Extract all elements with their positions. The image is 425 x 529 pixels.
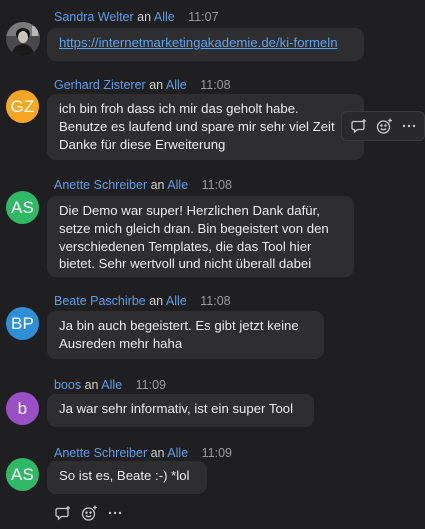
recipient-name[interactable]: Alle xyxy=(101,378,122,392)
avatar[interactable]: AS xyxy=(6,191,39,224)
message-header: Sandra Welter an Alle 11:07 xyxy=(54,10,219,24)
reply-in-thread-icon[interactable] xyxy=(53,503,73,523)
recipient-name[interactable]: Alle xyxy=(167,446,188,460)
sender-name[interactable]: Gerhard Zisterer xyxy=(54,78,146,92)
more-options-icon[interactable] xyxy=(399,116,418,136)
sender-name[interactable]: Anette Schreiber xyxy=(54,178,147,192)
sender-name[interactable]: Sandra Welter xyxy=(54,10,134,24)
message-line: bietet. Sehr wertvoll und nicht überall … xyxy=(59,256,312,272)
message-line: verschiedenen Templates, die das Tool hi… xyxy=(59,238,312,254)
message-line: Benutze es laufend und spare mir sehr vi… xyxy=(59,118,335,134)
avatar[interactable]: GZ xyxy=(6,90,39,123)
timestamp: 11:08 xyxy=(200,78,231,92)
reply-in-thread-icon[interactable] xyxy=(350,116,369,136)
avatar-initials: b xyxy=(17,398,28,418)
message-line: ich bin froh dass ich mir das geholt hab… xyxy=(59,101,299,116)
avatar-initials: AS xyxy=(10,197,35,217)
avatar-initials: AS xyxy=(10,464,35,484)
sender-name[interactable]: Anette Schreiber xyxy=(54,446,147,460)
recipient-name[interactable]: Alle xyxy=(154,10,175,24)
message-header: Anette Schreiber an Alle 11:09 xyxy=(54,446,232,460)
to-word: an xyxy=(150,178,165,192)
to-word: an xyxy=(84,378,99,392)
message-line: Die Demo war super! Herzlichen Dank dafü… xyxy=(59,203,320,218)
add-reaction-icon[interactable] xyxy=(375,116,394,136)
to-word: an xyxy=(137,10,152,24)
message-header: Gerhard Zisterer an Alle 11:08 xyxy=(54,78,231,92)
to-word: an xyxy=(149,294,164,308)
message-actions-toolbar xyxy=(341,111,425,141)
recipient-name[interactable]: Alle xyxy=(166,294,187,308)
message-bubble: ich bin froh dass ich mir das geholt hab… xyxy=(47,94,364,160)
message-line: Ausreden mehr haha xyxy=(59,335,183,351)
avatar[interactable] xyxy=(6,22,40,56)
message-line: setze mich gleich dran. Bin begeistert v… xyxy=(59,220,329,236)
message-bubble: Die Demo war super! Herzlichen Dank dafü… xyxy=(47,196,354,277)
message-line: Ja bin auch begeistert. Es gibt jetzt ke… xyxy=(59,318,299,333)
sender-name[interactable]: Beate Paschirbe xyxy=(54,294,146,308)
timestamp: 11:08 xyxy=(201,178,232,192)
recipient-name[interactable]: Alle xyxy=(166,78,187,92)
recipient-name[interactable]: Alle xyxy=(167,178,188,192)
avatar[interactable]: AS xyxy=(6,458,39,491)
message-line: Danke für diese Erweiterung xyxy=(59,136,226,152)
message-line: So ist es, Beate :-) *lol xyxy=(59,468,190,483)
message-bubble: So ist es, Beate :-) *lol xyxy=(47,461,207,494)
message-bubble: https://internetmarketingakademie.de/ki-… xyxy=(47,28,364,61)
to-word: an xyxy=(149,78,164,92)
avatar[interactable]: BP xyxy=(6,307,39,340)
timestamp: 11:09 xyxy=(201,446,232,460)
user-photo-icon xyxy=(6,22,40,56)
message-header: Beate Paschirbe an Alle 11:08 xyxy=(54,294,231,308)
message-line: Ja war sehr informativ, ist ein super To… xyxy=(59,401,294,416)
message-header: Anette Schreiber an Alle 11:08 xyxy=(54,178,232,192)
message-bubble: Ja war sehr informativ, ist ein super To… xyxy=(47,394,314,427)
timestamp: 11:08 xyxy=(200,294,231,308)
add-reaction-icon[interactable] xyxy=(79,503,99,523)
avatar[interactable]: b xyxy=(6,392,39,425)
sender-name[interactable]: boos xyxy=(54,378,81,392)
more-options-icon[interactable] xyxy=(105,503,125,523)
timestamp: 11:07 xyxy=(188,10,219,24)
message-bubble: Ja bin auch begeistert. Es gibt jetzt ke… xyxy=(47,311,324,359)
message-actions-toolbar xyxy=(53,503,131,523)
timestamp: 11:09 xyxy=(135,378,166,392)
avatar-initials: BP xyxy=(10,313,35,333)
to-word: an xyxy=(150,446,165,460)
avatar-initials: GZ xyxy=(10,96,35,116)
message-link[interactable]: https://internetmarketingakademie.de/ki-… xyxy=(59,34,352,52)
message-header: boos an Alle 11:09 xyxy=(54,378,166,392)
